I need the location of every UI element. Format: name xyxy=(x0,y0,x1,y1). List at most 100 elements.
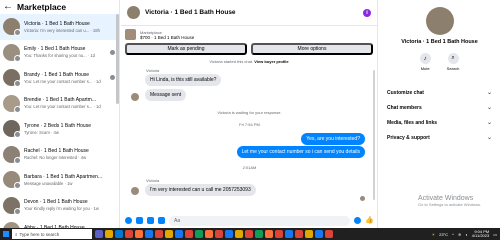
taskbar-clock[interactable]: 9:04 PM 4/11/2023 xyxy=(472,229,490,238)
chat-scrollbar[interactable] xyxy=(373,70,375,200)
mute-button[interactable]: ♪ Mute xyxy=(419,53,431,71)
conversation-item[interactable]: Brandy · 1 Bed 1 Bath House You: Let me y… xyxy=(0,65,119,91)
taskbar-search-placeholder: Type here to search xyxy=(19,231,60,237)
chrome-icon[interactable] xyxy=(295,230,303,238)
edge-icon[interactable] xyxy=(115,230,123,238)
conversation-name: Devon · 1 Bed 1 Bath House xyxy=(24,199,88,206)
weather-icon[interactable]: ☀ xyxy=(432,232,436,237)
task-view-icon[interactable] xyxy=(95,230,103,238)
chat-avatar[interactable] xyxy=(127,6,140,19)
conversation-text: Devon · 1 Bed 1 Bath House Your Kindly re… xyxy=(24,199,119,211)
conversation-item[interactable]: Abby · 1 Bed 1 Bath HouseAbby: Phone 978… xyxy=(0,218,119,228)
menu-privacy-support[interactable]: Privacy & support ⌄ xyxy=(379,130,500,145)
conversation-item[interactable]: Rachel · 1 Bed 1 Bath House Rachel: No lo… xyxy=(0,142,119,168)
browser-icon[interactable] xyxy=(225,230,233,238)
firefox-icon[interactable] xyxy=(135,230,143,238)
like-icon[interactable]: 👍 xyxy=(365,217,374,224)
conversation-preview: You: Let me your contact number s... · 1… xyxy=(24,104,101,110)
chrome-icon[interactable] xyxy=(245,230,253,238)
browser-icon[interactable] xyxy=(175,230,183,238)
app-icon[interactable] xyxy=(255,230,263,238)
wifi-icon[interactable]: ≋ xyxy=(458,232,461,237)
conversation-name: Brandy · 1 Bed 1 Bath House xyxy=(24,71,90,78)
bell-icon: ♪ xyxy=(419,53,431,64)
quick-actions: ♪ Mute ⌕ Search xyxy=(379,53,500,71)
taskbar-search-input[interactable]: ⌕ Type here to search xyxy=(12,229,92,239)
sender-name: Victoria xyxy=(146,68,160,73)
chat-started-text: Victoria started this chat. xyxy=(209,59,254,64)
conversation-item[interactable]: Devon · 1 Bed 1 Bath House Your Kindly re… xyxy=(0,193,119,219)
chat-header: Victoria · 1 Bed 1 Bath House i xyxy=(121,0,377,26)
notification-icon[interactable]: ▭ xyxy=(493,232,497,237)
app-icon[interactable] xyxy=(195,230,203,238)
folder-icon[interactable] xyxy=(165,230,173,238)
conversation-item[interactable]: Emily · 1 Bed 1 Bath House You: Thanks fo… xyxy=(0,40,119,66)
search-button[interactable]: ⌕ Search xyxy=(447,53,459,71)
browser-icon[interactable] xyxy=(145,230,153,238)
sticker-icon[interactable] xyxy=(147,217,154,224)
volume-icon[interactable]: ◖ xyxy=(465,232,467,237)
listing-thumbnail xyxy=(3,18,21,37)
sidebar-scrollbar[interactable] xyxy=(116,14,119,104)
message-input[interactable]: Aa xyxy=(169,215,351,226)
chrome-icon[interactable] xyxy=(125,230,133,238)
chrome-icon[interactable] xyxy=(215,230,223,238)
conversation-item[interactable]: Victoria · 1 Bed 1 Bath House Victoria: I… xyxy=(0,14,119,40)
back-arrow-icon[interactable]: ← xyxy=(3,2,13,12)
chrome-icon[interactable] xyxy=(185,230,193,238)
listing-actions: Mark as pending More options xyxy=(121,43,377,55)
tray-arrow-icon[interactable]: ^ xyxy=(452,232,454,237)
view-buyer-profile-link[interactable]: View buyer profile xyxy=(254,59,288,64)
conversation-text: Brendie · 1 Bed 1 Bath Apartm... You: Let… xyxy=(24,97,119,109)
chrome-icon[interactable] xyxy=(155,230,163,238)
chat-title[interactable]: Victoria · 1 Bed 1 Bath House xyxy=(145,9,363,16)
sender-avatar[interactable] xyxy=(131,93,139,101)
outgoing-message[interactable]: Yes, are you interested? xyxy=(301,133,365,145)
more-options-button[interactable]: More options xyxy=(251,43,373,55)
browser-icon[interactable] xyxy=(315,230,323,238)
profile-avatar[interactable] xyxy=(425,7,454,35)
folder-icon[interactable] xyxy=(235,230,243,238)
conversation-item[interactable]: Barbara · 1 Bed 1 Bath Apartmen... Messag… xyxy=(0,167,119,193)
plus-icon[interactable] xyxy=(125,217,132,224)
file-explorer-icon[interactable] xyxy=(105,230,113,238)
menu-chat-members[interactable]: Chat members ⌄ xyxy=(379,100,500,115)
conversation-name: Tyrone · 2 Beds 1 Bath House xyxy=(24,122,91,129)
mark-pending-button[interactable]: Mark as pending xyxy=(125,43,247,55)
sender-avatar[interactable] xyxy=(131,187,139,195)
browser-icon[interactable] xyxy=(285,230,293,238)
weather-temp[interactable]: 23°C xyxy=(439,232,448,237)
conversation-text: Brandy · 1 Bed 1 Bath House You: Let me y… xyxy=(24,72,119,84)
chrome-icon[interactable] xyxy=(275,230,283,238)
menu-media-files-links[interactable]: Media, files and links ⌄ xyxy=(379,115,500,130)
chrome-icon[interactable] xyxy=(325,230,333,238)
folder-icon[interactable] xyxy=(305,230,313,238)
conversation-item[interactable]: Tyrone · 2 Beds 1 Bath House Tyrone: Scam… xyxy=(0,116,119,142)
gif-icon[interactable] xyxy=(158,217,165,224)
menu-customize-chat[interactable]: Customize chat ⌄ xyxy=(379,85,500,100)
buyer-avatar xyxy=(14,54,21,62)
system-tray: ☀ 23°C ^ ≋ ◖ 9:04 PM 4/11/2023 ▭ xyxy=(432,228,497,240)
listing-thumbnail xyxy=(3,145,21,164)
firefox-icon[interactable] xyxy=(205,230,213,238)
conversation-preview: You: Let me your contact number s... · 1… xyxy=(24,78,101,84)
outgoing-message[interactable]: Let me your contact number so i can send… xyxy=(236,146,365,158)
incoming-message[interactable]: I'm very interested can u call me 205725… xyxy=(145,184,256,196)
conversation-preview: Rachel: No longer interested · 4w xyxy=(24,155,87,161)
chevron-down-icon: ⌄ xyxy=(486,90,492,96)
emoji-icon[interactable] xyxy=(354,217,362,224)
info-icon[interactable]: i xyxy=(363,8,371,17)
chat-panel: Victoria · 1 Bed 1 Bath House i Marketpl… xyxy=(121,0,378,228)
image-icon[interactable] xyxy=(136,217,143,224)
incoming-message[interactable]: Message sent xyxy=(145,89,187,101)
firefox-icon[interactable] xyxy=(265,230,273,238)
timestamp: 2:01AM xyxy=(242,165,257,170)
sender-name: Victoria xyxy=(146,178,160,183)
listing-summary[interactable]: Marketplace $700 · 1 Bed 1 Bath House xyxy=(121,27,377,42)
windows-start-icon[interactable] xyxy=(0,228,12,240)
incoming-message[interactable]: Hi Linda, is this still available? xyxy=(145,74,222,86)
conversation-name: Emily · 1 Bed 1 Bath House xyxy=(24,46,86,53)
conversation-preview: You: Thanks for sharing your nu... · 1d xyxy=(24,53,95,59)
conversation-name: Rachel · 1 Bed 1 Bath House xyxy=(24,148,89,155)
conversation-item[interactable]: Brendie · 1 Bed 1 Bath Apartm... You: Let… xyxy=(0,91,119,117)
